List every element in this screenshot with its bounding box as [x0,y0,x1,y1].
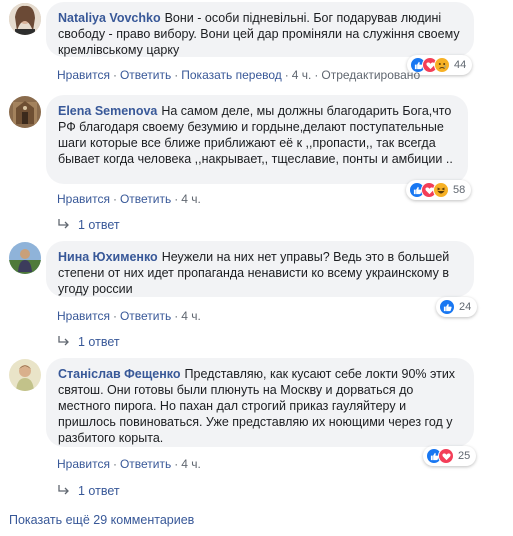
like-link[interactable]: Нравится [57,192,110,206]
avatar[interactable] [9,3,41,35]
sad-icon [434,57,450,73]
comment-time[interactable]: 4 ч. [181,192,201,206]
comment-time[interactable]: 4 ч. [181,457,201,471]
view-replies-link[interactable]: 1 ответ [58,218,120,232]
reply-arrow-icon [58,218,70,232]
like-link[interactable]: Нравится [57,457,110,471]
like-icon [439,299,455,315]
avatar[interactable] [9,96,41,128]
comment-bubble: Nataliya Vovchko Вони - особи підневільні… [46,2,474,57]
comment-time[interactable]: 4 ч. [292,68,312,82]
comment-author[interactable]: Elena Semenova [58,104,157,118]
comment-actions: Нравится · Ответить · 4 ч. [57,309,201,323]
reactions-summary[interactable]: 24 [436,297,478,317]
reply-link[interactable]: Ответить [120,192,171,206]
replies-count[interactable]: 1 ответ [78,484,120,498]
reaction-count: 44 [454,59,467,71]
comment-author[interactable]: Nataliya Vovchko [58,11,161,25]
comment-bubble: Нина Юхименко Неужели на них нет управы? … [46,241,474,297]
reply-arrow-icon [58,484,70,498]
reaction-count: 58 [453,184,466,196]
view-replies-link[interactable]: 1 ответ [58,484,120,498]
comment-author[interactable]: Нина Юхименко [58,250,158,264]
comment-actions: Нравится · Ответить · 4 ч. [57,457,201,471]
haha-icon [433,182,449,198]
reply-arrow-icon [58,335,70,349]
translate-link[interactable]: Показать перевод [181,68,282,82]
reply-link[interactable]: Ответить [120,68,171,82]
reaction-count: 24 [459,301,472,313]
reactions-summary[interactable]: 25 [423,446,477,466]
comment-bubble: Elena Semenova На самом деле, мы должны б… [46,95,468,184]
avatar[interactable] [9,359,41,391]
like-link[interactable]: Нравится [57,68,110,82]
reaction-count: 25 [458,450,471,462]
reply-link[interactable]: Ответить [120,309,171,323]
avatar[interactable] [9,242,41,274]
edited-label[interactable]: Отредактировано [321,68,420,82]
comment-time[interactable]: 4 ч. [181,309,201,323]
replies-count[interactable]: 1 ответ [78,218,120,232]
view-replies-link[interactable]: 1 ответ [58,335,120,349]
comment-actions: Нравится · Ответить · Показать перевод · 4 ч. ·… [57,68,421,82]
reactions-summary[interactable]: 58 [406,180,472,200]
comment-author[interactable]: Станіслав Фещенко [58,367,181,381]
like-link[interactable]: Нравится [57,309,110,323]
comment-actions: Нравится · Ответить · 4 ч. [57,192,201,206]
reply-link[interactable]: Ответить [120,457,171,471]
show-more-comments-link[interactable]: Показать ещё 29 комментариев [9,513,194,527]
comment-bubble: Станіслав Фещенко Представляю, как кусают… [46,358,474,447]
love-icon [438,448,454,464]
replies-count[interactable]: 1 ответ [78,335,120,349]
